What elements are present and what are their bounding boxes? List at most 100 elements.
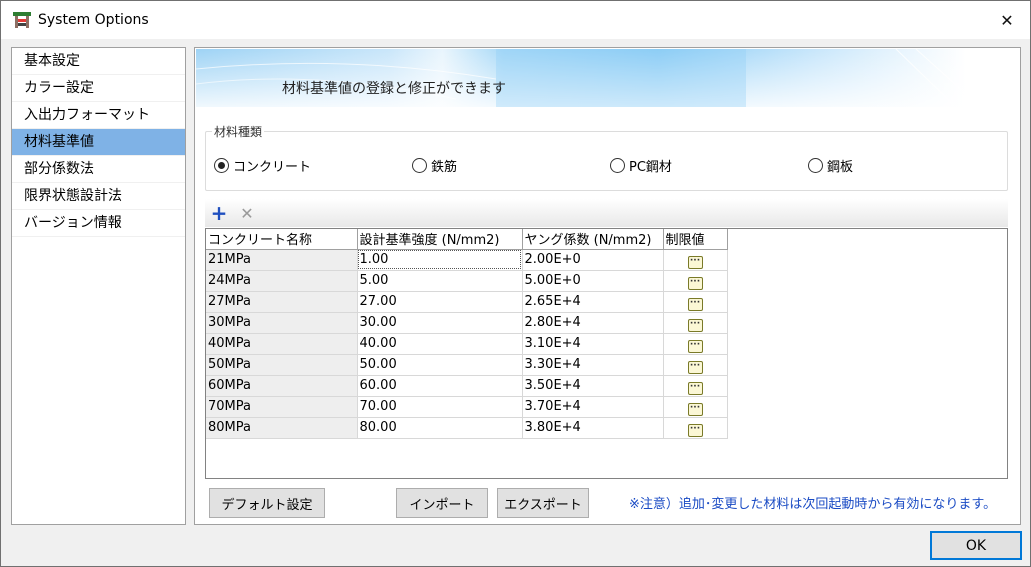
- banner-text: 材料基準値の登録と修正ができます: [282, 81, 506, 97]
- close-icon: ✕: [1000, 10, 1014, 30]
- column-header-limit-value[interactable]: 制限値: [663, 229, 728, 250]
- add-row-button[interactable]: +: [208, 201, 230, 225]
- cell-youngs-modulus[interactable]: 5.00E+0: [522, 270, 664, 292]
- table-row: 40MPa 40.00 3.10E+4 ···: [206, 333, 728, 355]
- delete-row-button[interactable]: ✕: [236, 203, 258, 223]
- radio-pc-steel[interactable]: PC鋼材: [610, 156, 672, 175]
- sidebar-item-partial-factor-method[interactable]: 部分係数法: [12, 156, 185, 183]
- cell-limit-value: ···: [663, 312, 728, 334]
- cell-youngs-modulus[interactable]: 2.00E+0: [522, 249, 664, 271]
- close-button[interactable]: ✕: [984, 1, 1030, 39]
- cell-limit-value: ···: [663, 375, 728, 397]
- system-options-window: System Options ✕ 基本設定 カラー設定 入出力フォーマット 材料…: [0, 0, 1031, 567]
- material-table: コンクリート名称 設計基準強度 (N/mm2) ヤング係数 (N/mm2) 制限…: [206, 229, 728, 439]
- cell-youngs-modulus[interactable]: 3.80E+4: [522, 417, 664, 439]
- limit-value-button[interactable]: ···: [687, 403, 703, 416]
- cell-name[interactable]: 30MPa: [206, 312, 358, 334]
- table-row: 50MPa 50.00 3.30E+4 ···: [206, 354, 728, 376]
- radio-pc-steel-label: PC鋼材: [629, 160, 672, 175]
- radio-rebar[interactable]: 鉄筋: [412, 156, 457, 175]
- sidebar: 基本設定 カラー設定 入出力フォーマット 材料基準値 部分係数法 限界状態設計法…: [11, 47, 186, 525]
- cell-name[interactable]: 80MPa: [206, 417, 358, 439]
- cell-name[interactable]: 27MPa: [206, 291, 358, 313]
- import-label: インポート: [409, 497, 475, 513]
- cell-youngs-modulus[interactable]: 3.10E+4: [522, 333, 664, 355]
- title-bar: System Options ✕: [1, 1, 1030, 39]
- limit-value-button[interactable]: ···: [687, 382, 703, 395]
- delete-icon: ✕: [240, 203, 254, 223]
- cell-name[interactable]: 50MPa: [206, 354, 358, 376]
- default-settings-label: デフォルト設定: [221, 497, 313, 513]
- cell-youngs-modulus[interactable]: 2.80E+4: [522, 312, 664, 334]
- cell-name[interactable]: 21MPa: [206, 249, 358, 271]
- cell-name[interactable]: 24MPa: [206, 270, 358, 292]
- material-type-group: 材料種類 コンクリート 鉄筋 PC鋼材 鋼板: [205, 123, 1008, 191]
- cell-design-strength[interactable]: 40.00: [357, 333, 523, 355]
- default-settings-button[interactable]: デフォルト設定: [209, 488, 325, 518]
- cell-name[interactable]: 40MPa: [206, 333, 358, 355]
- cell-design-strength[interactable]: 30.00: [357, 312, 523, 334]
- cell-name[interactable]: 60MPa: [206, 375, 358, 397]
- cell-limit-value: ···: [663, 354, 728, 376]
- export-label: エクスポート: [504, 497, 582, 513]
- column-header-youngs-modulus[interactable]: ヤング係数 (N/mm2): [522, 229, 664, 250]
- radio-concrete[interactable]: コンクリート: [214, 156, 311, 175]
- limit-value-button[interactable]: ···: [687, 277, 703, 290]
- ok-button[interactable]: OK: [930, 531, 1022, 560]
- sidebar-item-color-settings[interactable]: カラー設定: [12, 75, 185, 102]
- table-row: 70MPa 70.00 3.70E+4 ···: [206, 396, 728, 418]
- sidebar-item-limit-state-design[interactable]: 限界状態設計法: [12, 183, 185, 210]
- cell-design-strength[interactable]: 80.00: [357, 417, 523, 439]
- grid-toolbar: + ✕: [205, 199, 1008, 227]
- radio-rebar-indicator: [412, 158, 427, 173]
- radio-concrete-indicator: [214, 158, 229, 173]
- radio-rebar-label: 鉄筋: [431, 160, 458, 175]
- cell-youngs-modulus[interactable]: 2.65E+4: [522, 291, 664, 313]
- plus-icon: +: [210, 201, 228, 225]
- column-header-name[interactable]: コンクリート名称: [206, 229, 358, 250]
- export-button[interactable]: エクスポート: [497, 488, 589, 518]
- table-row: 21MPa 1.00 2.00E+0 ···: [206, 249, 728, 271]
- radio-steel-plate-indicator: [808, 158, 823, 173]
- main-panel: 材料基準値の登録と修正ができます 材料種類 コンクリート 鉄筋 PC鋼材 鋼板: [194, 47, 1021, 525]
- table-row: 27MPa 27.00 2.65E+4 ···: [206, 291, 728, 313]
- sidebar-item-material-standards[interactable]: 材料基準値: [12, 129, 185, 156]
- cell-limit-value: ···: [663, 249, 728, 271]
- radio-steel-plate[interactable]: 鋼板: [808, 156, 853, 175]
- limit-value-button[interactable]: ···: [687, 361, 703, 374]
- cell-design-strength[interactable]: 70.00: [357, 396, 523, 418]
- cell-design-strength[interactable]: 50.00: [357, 354, 523, 376]
- cell-design-strength[interactable]: 1.00: [357, 249, 523, 271]
- sidebar-item-version-info[interactable]: バージョン情報: [12, 210, 185, 237]
- header-banner: 材料基準値の登録と修正ができます: [196, 49, 966, 107]
- import-button[interactable]: インポート: [396, 488, 488, 518]
- sidebar-item-basic-settings[interactable]: 基本設定: [12, 48, 185, 75]
- table-header-row: コンクリート名称 設計基準強度 (N/mm2) ヤング係数 (N/mm2) 制限…: [206, 229, 728, 250]
- table-row: 24MPa 5.00 5.00E+0 ···: [206, 270, 728, 292]
- cell-limit-value: ···: [663, 270, 728, 292]
- cell-limit-value: ···: [663, 417, 728, 439]
- table-row: 60MPa 60.00 3.50E+4 ···: [206, 375, 728, 397]
- cell-design-strength[interactable]: 27.00: [357, 291, 523, 313]
- material-type-legend: 材料種類: [212, 123, 265, 140]
- limit-value-button[interactable]: ···: [687, 319, 703, 332]
- cell-youngs-modulus[interactable]: 3.70E+4: [522, 396, 664, 418]
- radio-pc-steel-indicator: [610, 158, 625, 173]
- cell-youngs-modulus[interactable]: 3.30E+4: [522, 354, 664, 376]
- limit-value-button[interactable]: ···: [687, 424, 703, 437]
- limit-value-button[interactable]: ···: [687, 256, 703, 269]
- cell-design-strength[interactable]: 5.00: [357, 270, 523, 292]
- cell-name[interactable]: 70MPa: [206, 396, 358, 418]
- cell-youngs-modulus[interactable]: 3.50E+4: [522, 375, 664, 397]
- sidebar-item-io-format[interactable]: 入出力フォーマット: [12, 102, 185, 129]
- column-header-design-strength[interactable]: 設計基準強度 (N/mm2): [357, 229, 523, 250]
- ok-label: OK: [965, 537, 987, 554]
- app-icon: [13, 12, 31, 28]
- limit-value-button[interactable]: ···: [687, 298, 703, 311]
- cell-design-strength[interactable]: 60.00: [357, 375, 523, 397]
- cell-limit-value: ···: [663, 333, 728, 355]
- radio-concrete-label: コンクリート: [233, 160, 312, 175]
- material-grid[interactable]: コンクリート名称 設計基準強度 (N/mm2) ヤング係数 (N/mm2) 制限…: [205, 228, 1008, 479]
- restart-note: ※注意）追加･変更した材料は次回起動時から有効になります。: [629, 497, 997, 512]
- limit-value-button[interactable]: ···: [687, 340, 703, 353]
